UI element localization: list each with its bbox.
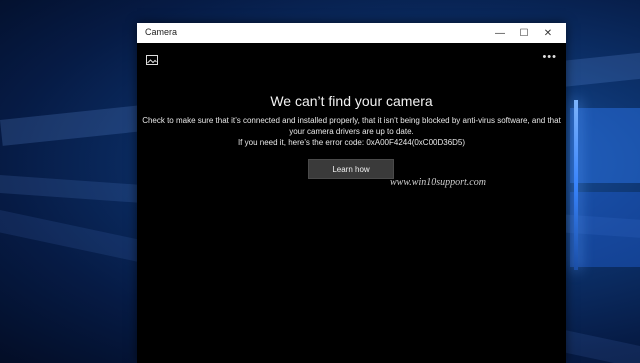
close-icon: ✕ xyxy=(543,27,553,39)
gallery-icon xyxy=(146,55,158,65)
error-code-line: If you need it, here’s the error code: 0… xyxy=(237,138,466,147)
minimize-icon: — xyxy=(495,27,505,39)
error-line: your camera drivers are up to date. xyxy=(289,127,414,136)
close-button[interactable]: ✕ xyxy=(536,23,560,43)
minimize-button[interactable]: — xyxy=(488,23,512,43)
title-bar[interactable]: Camera — ☐ ✕ xyxy=(137,23,566,43)
windows-logo-edge xyxy=(574,100,578,270)
error-heading: We can’t find your camera xyxy=(270,93,433,109)
more-icon: ••• xyxy=(542,51,557,63)
error-line: Check to make sure that it’s connected a… xyxy=(142,116,561,125)
gallery-button[interactable] xyxy=(146,52,158,65)
maximize-button[interactable]: ☐ xyxy=(512,23,536,43)
error-message: Check to make sure that it’s connected a… xyxy=(137,115,566,148)
more-options-button[interactable]: ••• xyxy=(542,51,557,63)
windows-logo-pane xyxy=(570,108,640,183)
watermark: www.win10support.com xyxy=(390,177,486,188)
maximize-icon: ☐ xyxy=(519,27,529,39)
camera-app-window: Camera — ☐ ✕ ••• We can’t find your came… xyxy=(137,23,566,363)
window-title: Camera xyxy=(145,27,178,37)
windows-logo-pane xyxy=(570,192,640,267)
learn-how-button[interactable]: Learn how xyxy=(308,159,394,179)
